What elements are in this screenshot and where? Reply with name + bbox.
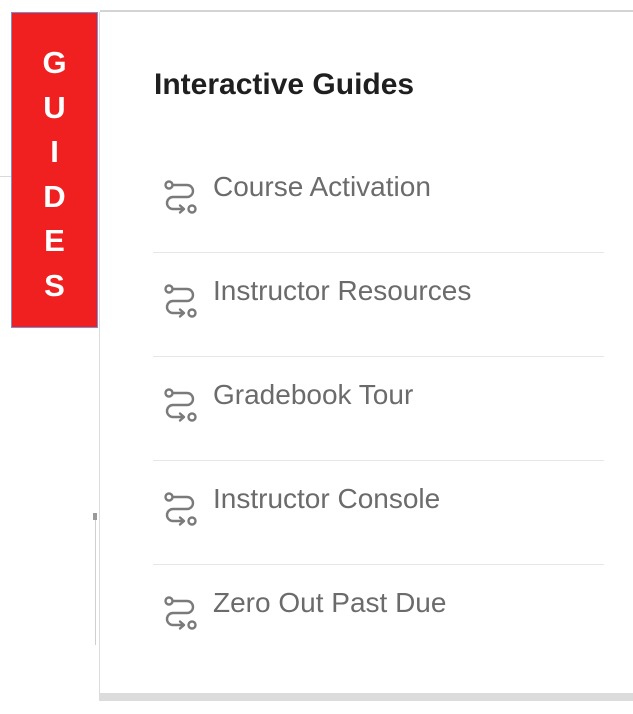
guides-tab-letter: E: [44, 223, 65, 258]
guide-label: Instructor Resources: [213, 275, 472, 306]
screen: G U I D E S Interactive Guides Course Ac…: [0, 0, 633, 714]
guides-tab-letter: D: [43, 178, 66, 214]
route-icon: [164, 492, 197, 526]
guide-item-zero-out-past-due[interactable]: Zero Out Past Due: [153, 565, 604, 669]
guide-label: Zero Out Past Due: [213, 587, 447, 618]
route-icon: [164, 284, 197, 318]
guides-tab-letter: G: [42, 45, 67, 80]
guide-list: Course Activation Instructor Resources G…: [153, 149, 604, 669]
guide-item-gradebook-tour[interactable]: Gradebook Tour: [153, 357, 604, 461]
route-icon: [164, 388, 197, 422]
guide-item-instructor-console[interactable]: Instructor Console: [153, 461, 604, 565]
guide-label: Instructor Console: [213, 483, 441, 514]
background-divider: [95, 515, 96, 645]
panel-title: Interactive Guides: [154, 68, 415, 101]
guides-tab-letter: I: [50, 134, 59, 169]
panel-shadow: [99, 693, 633, 701]
guides-tab-letter: S: [44, 267, 65, 303]
guide-item-course-activation[interactable]: Course Activation: [153, 149, 604, 253]
guide-label: Gradebook Tour: [213, 379, 414, 410]
background-tick: [93, 513, 97, 520]
route-icon: [164, 596, 197, 630]
guides-tab-button[interactable]: G U I D E S: [11, 12, 98, 328]
guides-tab-letters: G U I D E S: [12, 41, 97, 308]
guide-item-instructor-resources[interactable]: Instructor Resources: [153, 253, 604, 357]
guides-panel: Interactive Guides Course Activation Ins…: [99, 12, 633, 695]
guide-label: Course Activation: [213, 171, 431, 202]
route-icon: [164, 180, 197, 214]
guides-tab-letter: U: [43, 89, 66, 125]
